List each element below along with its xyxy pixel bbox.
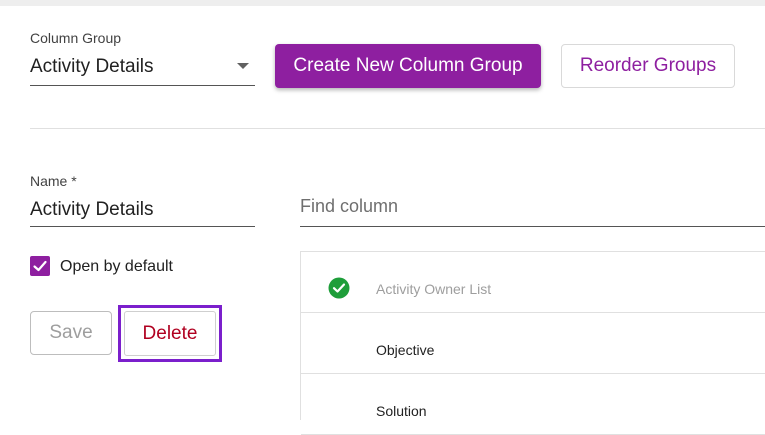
find-column-input[interactable] [300, 186, 765, 227]
column-group-select-value: Activity Details [30, 56, 154, 77]
top-strip [0, 0, 765, 6]
column-group-select[interactable]: Activity Details [30, 50, 255, 86]
column-row-objective[interactable]: Objective [301, 313, 765, 374]
section-divider [30, 128, 765, 129]
column-row-activity-owner-list[interactable]: Activity Owner List [301, 252, 765, 313]
delete-button-highlight: Delete [118, 305, 222, 362]
column-list: Activity Owner List Objective Solution [300, 251, 765, 435]
reorder-groups-button[interactable]: Reorder Groups [561, 44, 735, 88]
open-by-default-checkbox[interactable] [30, 256, 50, 276]
create-column-group-button[interactable]: Create New Column Group [275, 44, 541, 88]
name-label: Name * [30, 173, 77, 189]
column-row-solution[interactable]: Solution [301, 374, 765, 435]
column-row-label: Activity Owner List [376, 281, 492, 297]
checkmark-icon [33, 260, 47, 272]
column-row-label: Solution [376, 403, 427, 419]
save-button[interactable]: Save [30, 311, 112, 355]
column-group-label: Column Group [30, 30, 122, 46]
column-row-label: Objective [376, 342, 435, 358]
check-circle-icon [328, 277, 350, 299]
open-by-default-label: Open by default [60, 258, 173, 275]
dropdown-caret-icon [237, 63, 249, 69]
name-input[interactable] [30, 194, 255, 227]
delete-button[interactable]: Delete [124, 311, 216, 356]
